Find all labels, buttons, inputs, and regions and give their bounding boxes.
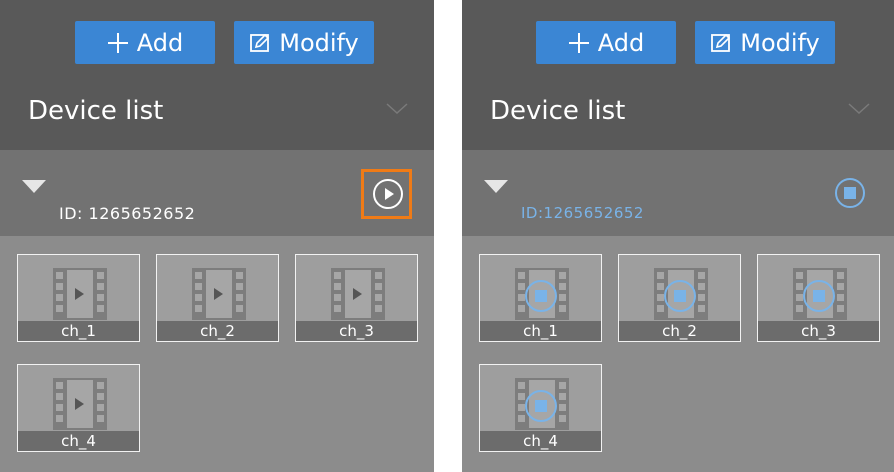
chevron-down-icon[interactable] <box>848 103 870 115</box>
channel-tile[interactable]: ch_3 <box>295 254 418 342</box>
channel-label: ch_1 <box>523 322 558 340</box>
stop-icon[interactable] <box>524 279 558 313</box>
channel-label: ch_2 <box>200 322 235 340</box>
add-button-label: Add <box>597 28 645 57</box>
triangle-down-icon[interactable] <box>22 180 46 193</box>
channel-tile[interactable]: ch_2 <box>156 254 279 342</box>
channel-tile[interactable]: ch_3 <box>757 254 880 342</box>
channel-label: ch_1 <box>61 322 96 340</box>
device-id: ID:1265652652 <box>521 204 644 222</box>
channel-grid: ch_1 ch_2 ch_3 ch_4 <box>462 236 894 472</box>
channel-label: ch_4 <box>523 432 558 450</box>
device-panel-playing: Add Modify Device list ID:1265652652 ch_… <box>462 0 894 472</box>
add-button[interactable]: Add <box>536 21 676 64</box>
modify-button-label: Modify <box>740 28 820 57</box>
channel-tile[interactable]: ch_2 <box>618 254 741 342</box>
device-list-title: Device list <box>28 96 164 126</box>
film-icon <box>192 268 246 320</box>
plus-icon <box>107 32 129 54</box>
stop-icon[interactable] <box>802 279 836 313</box>
channel-label: ch_3 <box>801 322 836 340</box>
film-icon <box>331 268 385 320</box>
modify-button-label: Modify <box>279 28 359 57</box>
play-icon[interactable] <box>372 178 404 210</box>
stop-icon[interactable] <box>663 279 697 313</box>
channel-tile[interactable]: ch_4 <box>17 364 140 452</box>
modify-button[interactable]: Modify <box>234 21 374 64</box>
plus-icon <box>568 32 590 54</box>
channel-label: ch_4 <box>61 432 96 450</box>
device-row[interactable]: ID:1265652652 <box>462 150 894 236</box>
edit-icon <box>249 32 271 54</box>
channel-label: ch_3 <box>339 322 374 340</box>
modify-button[interactable]: Modify <box>695 21 835 64</box>
stop-icon[interactable] <box>524 389 558 423</box>
channel-label: ch_2 <box>662 322 697 340</box>
device-panel-stopped: Add Modify Device list ID: 1265652652 ch… <box>0 0 434 472</box>
edit-icon <box>710 32 732 54</box>
device-id: ID: 1265652652 <box>59 204 196 223</box>
film-icon <box>53 378 107 430</box>
triangle-down-icon[interactable] <box>484 180 508 193</box>
film-icon <box>53 268 107 320</box>
stop-icon[interactable] <box>834 177 866 209</box>
chevron-down-icon[interactable] <box>386 103 408 115</box>
channel-tile[interactable]: ch_1 <box>17 254 140 342</box>
channel-grid: ch_1 ch_2 ch_3 ch_4 <box>0 236 434 472</box>
device-list-title: Device list <box>490 96 626 126</box>
channel-tile[interactable]: ch_4 <box>479 364 602 452</box>
channel-tile[interactable]: ch_1 <box>479 254 602 342</box>
add-button-label: Add <box>136 28 184 57</box>
add-button[interactable]: Add <box>75 21 215 64</box>
